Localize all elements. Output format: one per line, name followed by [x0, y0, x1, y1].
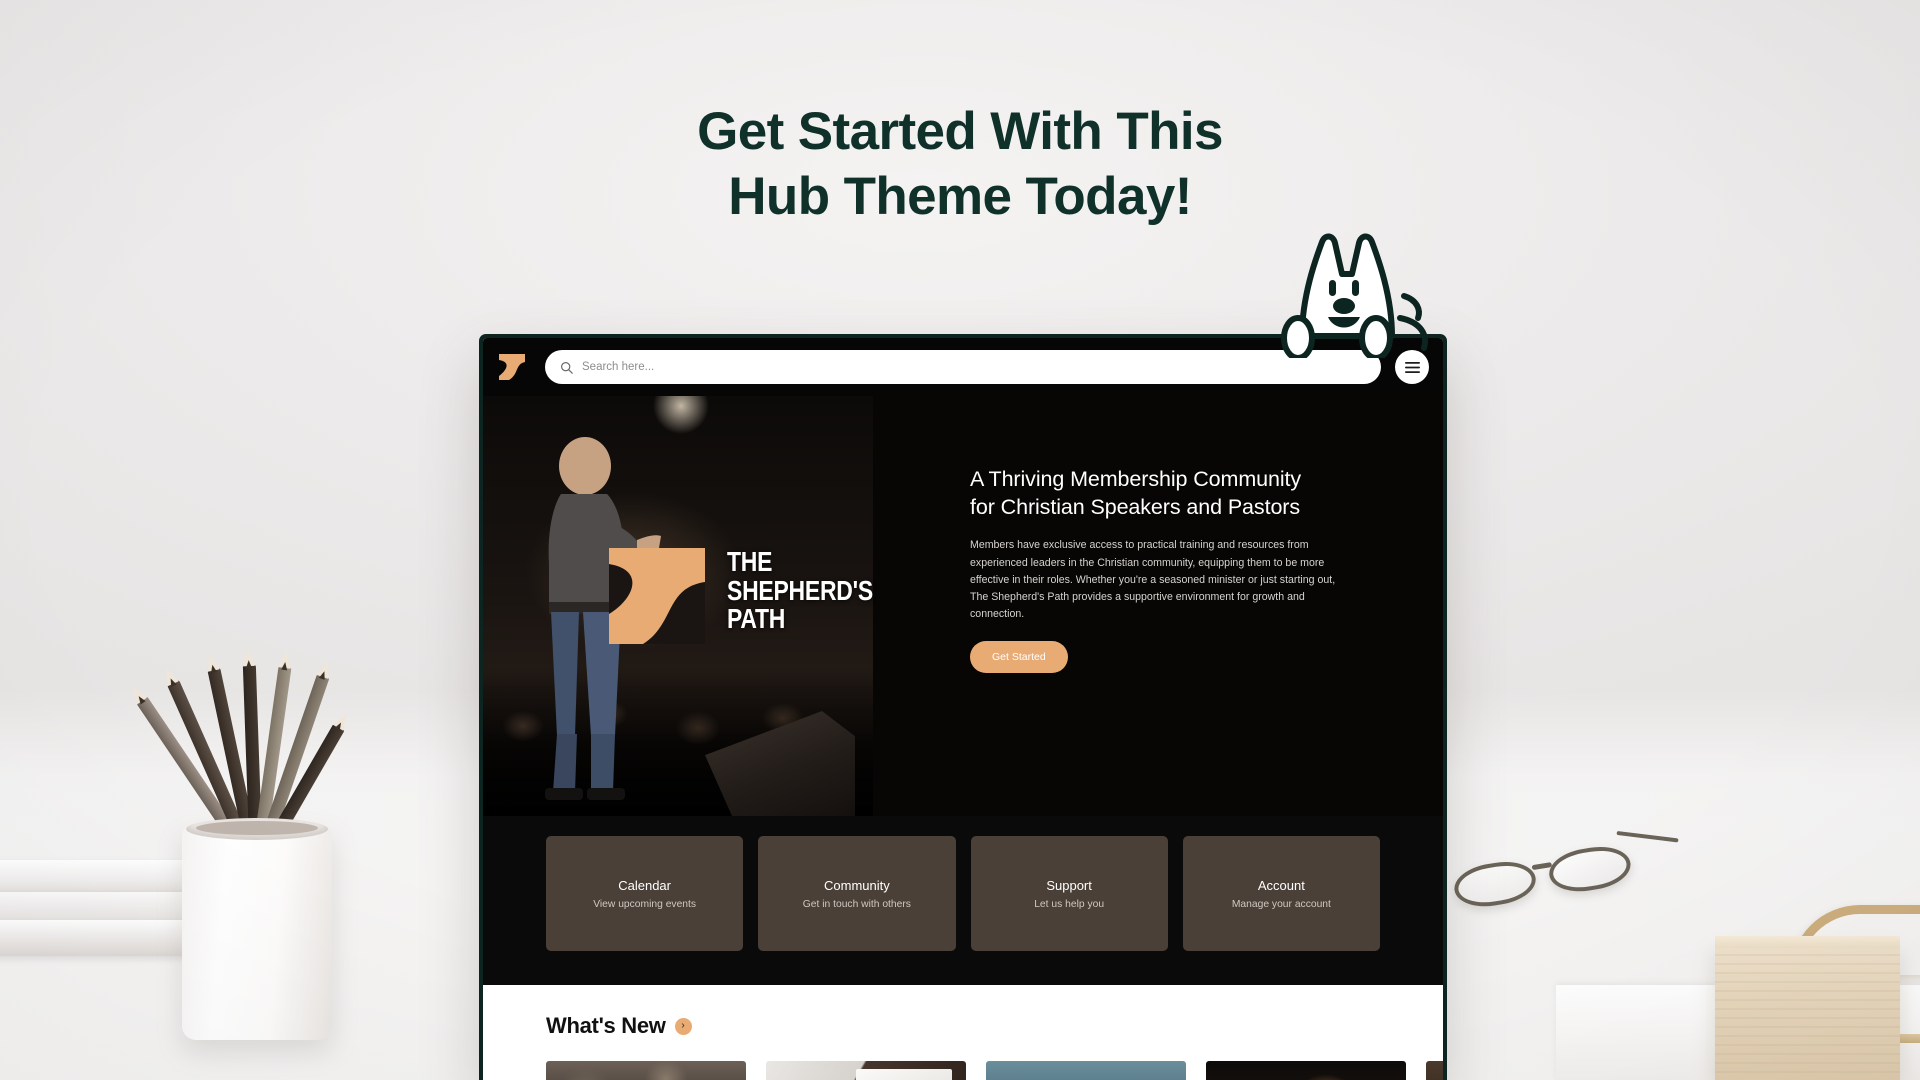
quick-card-title: Community [824, 877, 890, 893]
quick-links-grid: Calendar View upcoming events Community … [483, 816, 1443, 985]
quick-card-title: Account [1257, 877, 1305, 893]
hero-body-text: Members have exclusive access to practic… [970, 539, 1336, 621]
headline-line-2: Hub Theme Today! [728, 166, 1192, 226]
quick-card-calendar[interactable]: Calendar View upcoming events [546, 836, 744, 951]
quick-card-title: Calendar [618, 877, 671, 893]
chevron-right-icon[interactable]: › [674, 1017, 692, 1035]
hero-title: A Thriving Membership Community for Chri… [970, 466, 1370, 521]
brand-wordmark: THE SHEPHERD'S PATH [727, 546, 873, 635]
thumb-raised-hands[interactable] [986, 1061, 1186, 1080]
search-icon [561, 361, 573, 374]
quick-card-title: Support [1046, 877, 1092, 893]
quick-card-account[interactable]: Account Manage your account [1182, 836, 1380, 951]
whats-new-header: What's New › [546, 1013, 1380, 1039]
hamburger-menu-icon [1404, 361, 1420, 373]
laptop-device: Search here... THE SHEPHERD'S PATH A Thr… [479, 334, 1447, 1080]
thumb-church-interior[interactable] [1206, 1061, 1406, 1080]
brand-line-3: PATH [727, 603, 786, 635]
brand-line-1: THE [727, 546, 773, 577]
promo-headline: Get Started With This Hub Theme Today! [0, 100, 1920, 229]
whats-new-carousel: → [546, 1061, 1443, 1080]
laptop-screen: Search here... THE SHEPHERD'S PATH A Thr… [483, 338, 1443, 1080]
quick-card-subtitle: Let us help you [1034, 898, 1105, 910]
whats-new-title: What's New [546, 1013, 666, 1038]
hero-section: THE SHEPHERD'S PATH A Thriving Membershi… [483, 396, 1443, 816]
thumb-partial[interactable] [1426, 1061, 1443, 1080]
bunny-mascot-icon [1281, 233, 1428, 358]
quick-card-subtitle: Manage your account [1231, 898, 1331, 910]
thumb-bible-study[interactable] [546, 1061, 746, 1080]
search-bar[interactable]: Search here... [545, 350, 1381, 384]
quick-card-community[interactable]: Community Get in touch with others [758, 836, 956, 951]
hero-copy: A Thriving Membership Community for Chri… [970, 466, 1370, 674]
brand-mark-icon [609, 548, 705, 644]
brand-line-2: SHEPHERD'S [727, 574, 873, 606]
quick-card-subtitle: Get in touch with others [802, 898, 911, 910]
search-placeholder: Search here... [582, 361, 655, 373]
thumb-man-at-laptop[interactable] [766, 1061, 966, 1080]
site-logo-icon[interactable] [497, 350, 531, 384]
quick-card-subtitle: View upcoming events [593, 898, 697, 910]
headline-line-1: Get Started With This [697, 102, 1223, 161]
get-started-button[interactable]: Get Started [970, 641, 1068, 674]
hero-title-line-2: for Christian Speakers and Pastors [970, 494, 1301, 519]
quick-card-support[interactable]: Support Let us help you [970, 836, 1168, 951]
hero-title-line-1: A Thriving Membership Community [970, 467, 1302, 491]
whats-new-section: What's New › → [483, 985, 1443, 1080]
